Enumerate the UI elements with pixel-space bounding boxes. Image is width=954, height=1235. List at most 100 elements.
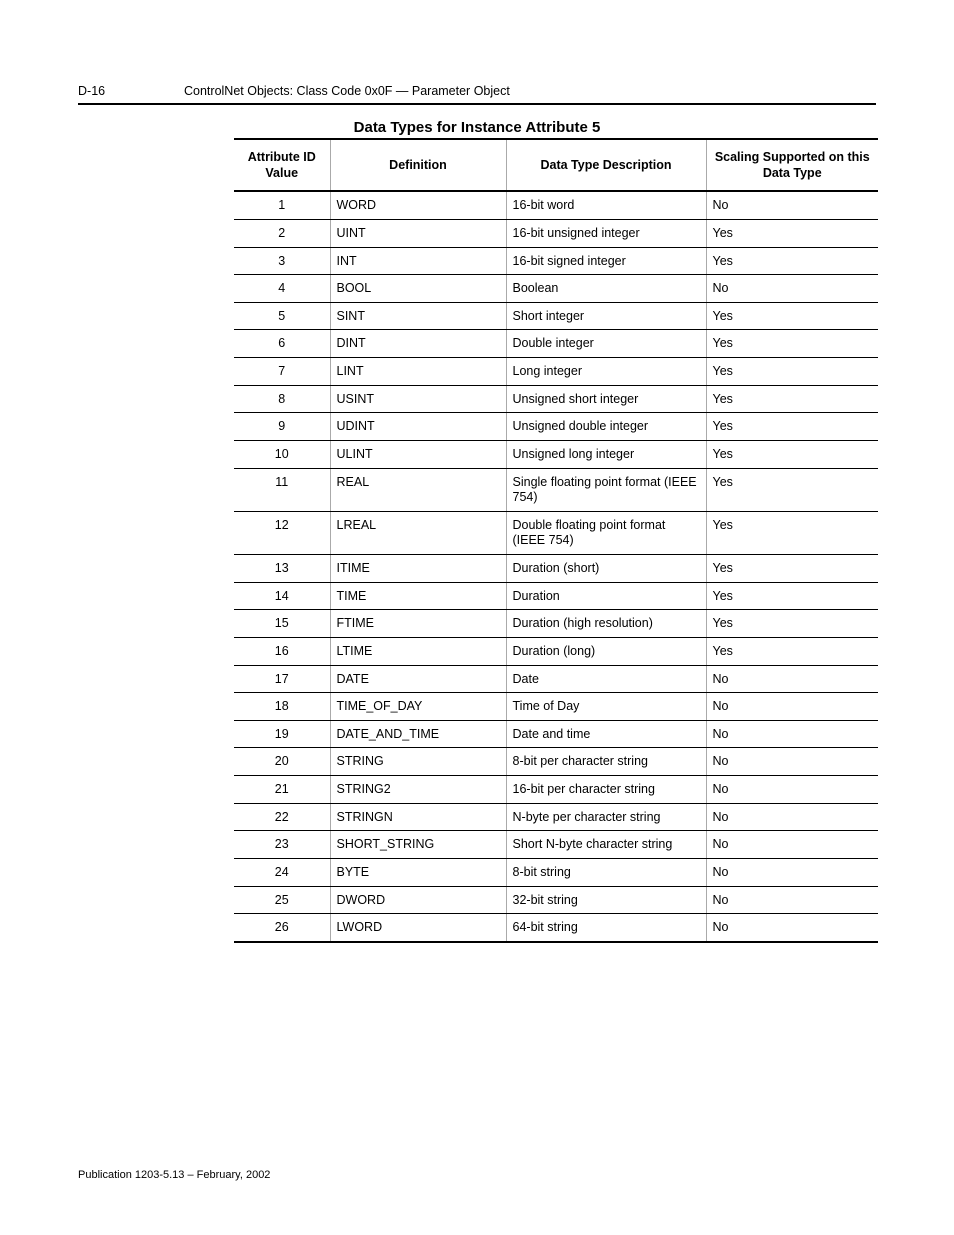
cell-attribute-id: 13: [234, 555, 330, 583]
cell-scaling: No: [706, 858, 878, 886]
col-header-description: Data Type Description: [506, 139, 706, 191]
cell-definition: LTIME: [330, 637, 506, 665]
cell-definition: SINT: [330, 302, 506, 330]
cell-scaling: No: [706, 776, 878, 804]
cell-description: 16-bit per character string: [506, 776, 706, 804]
table-row: 4BOOLBooleanNo: [234, 275, 878, 303]
cell-description: Long integer: [506, 358, 706, 386]
cell-attribute-id: 12: [234, 511, 330, 554]
table-row: 6DINTDouble integerYes: [234, 330, 878, 358]
cell-description: Double floating point format (IEEE 754): [506, 511, 706, 554]
cell-description: Duration (long): [506, 637, 706, 665]
cell-scaling: Yes: [706, 330, 878, 358]
cell-description: N-byte per character string: [506, 803, 706, 831]
cell-description: Boolean: [506, 275, 706, 303]
table-row: 12LREALDouble floating point format (IEE…: [234, 511, 878, 554]
cell-scaling: No: [706, 665, 878, 693]
cell-attribute-id: 9: [234, 413, 330, 441]
cell-description: Duration: [506, 582, 706, 610]
cell-scaling: Yes: [706, 637, 878, 665]
cell-description: Single floating point format (IEEE 754): [506, 468, 706, 511]
cell-attribute-id: 17: [234, 665, 330, 693]
table-row: 13ITIMEDuration (short)Yes: [234, 555, 878, 583]
cell-definition: LINT: [330, 358, 506, 386]
cell-scaling: Yes: [706, 440, 878, 468]
cell-description: Short N-byte character string: [506, 831, 706, 859]
cell-definition: BOOL: [330, 275, 506, 303]
cell-definition: STRINGN: [330, 803, 506, 831]
cell-scaling: Yes: [706, 511, 878, 554]
cell-attribute-id: 2: [234, 219, 330, 247]
cell-scaling: No: [706, 191, 878, 219]
table-title: Data Types for Instance Attribute 5: [78, 119, 876, 136]
cell-definition: SHORT_STRING: [330, 831, 506, 859]
cell-attribute-id: 16: [234, 637, 330, 665]
cell-definition: LWORD: [330, 914, 506, 942]
cell-attribute-id: 6: [234, 330, 330, 358]
cell-definition: STRING2: [330, 776, 506, 804]
cell-description: 8-bit string: [506, 858, 706, 886]
cell-definition: ITIME: [330, 555, 506, 583]
table-row: 5SINTShort integerYes: [234, 302, 878, 330]
cell-description: Unsigned long integer: [506, 440, 706, 468]
cell-definition: TIME_OF_DAY: [330, 693, 506, 721]
table-row: 18TIME_OF_DAYTime of DayNo: [234, 693, 878, 721]
cell-description: 8-bit per character string: [506, 748, 706, 776]
cell-scaling: No: [706, 914, 878, 942]
table-row: 21STRING216-bit per character stringNo: [234, 776, 878, 804]
publication-footer: Publication 1203-5.13 – February, 2002: [78, 1169, 270, 1181]
table-row: 2UINT16-bit unsigned integerYes: [234, 219, 878, 247]
cell-attribute-id: 21: [234, 776, 330, 804]
cell-attribute-id: 19: [234, 720, 330, 748]
table-row: 24BYTE8-bit stringNo: [234, 858, 878, 886]
cell-scaling: Yes: [706, 582, 878, 610]
table-row: 7LINTLong integerYes: [234, 358, 878, 386]
cell-definition: UDINT: [330, 413, 506, 441]
cell-scaling: Yes: [706, 555, 878, 583]
table-row: 19DATE_AND_TIMEDate and timeNo: [234, 720, 878, 748]
cell-scaling: Yes: [706, 247, 878, 275]
cell-description: 16-bit word: [506, 191, 706, 219]
cell-attribute-id: 18: [234, 693, 330, 721]
table-row: 23SHORT_STRINGShort N-byte character str…: [234, 831, 878, 859]
cell-attribute-id: 5: [234, 302, 330, 330]
cell-description: Duration (short): [506, 555, 706, 583]
cell-scaling: Yes: [706, 219, 878, 247]
cell-attribute-id: 14: [234, 582, 330, 610]
cell-description: Double integer: [506, 330, 706, 358]
cell-definition: REAL: [330, 468, 506, 511]
cell-definition: TIME: [330, 582, 506, 610]
cell-attribute-id: 8: [234, 385, 330, 413]
cell-definition: DINT: [330, 330, 506, 358]
table-row: 22STRINGNN-byte per character stringNo: [234, 803, 878, 831]
page-header: D-16 ControlNet Objects: Class Code 0x0F…: [78, 84, 876, 105]
table-row: 14TIMEDurationYes: [234, 582, 878, 610]
cell-description: Duration (high resolution): [506, 610, 706, 638]
cell-scaling: No: [706, 275, 878, 303]
cell-scaling: No: [706, 748, 878, 776]
cell-definition: DWORD: [330, 886, 506, 914]
table-header-row: Attribute ID Value Definition Data Type …: [234, 139, 878, 191]
cell-scaling: Yes: [706, 610, 878, 638]
cell-definition: ULINT: [330, 440, 506, 468]
col-header-attribute-id: Attribute ID Value: [234, 139, 330, 191]
col-header-scaling: Scaling Supported on this Data Type: [706, 139, 878, 191]
cell-description: Time of Day: [506, 693, 706, 721]
table-row: 17DATEDateNo: [234, 665, 878, 693]
cell-definition: DATE_AND_TIME: [330, 720, 506, 748]
cell-scaling: Yes: [706, 302, 878, 330]
page-number-label: D-16: [78, 84, 184, 98]
cell-attribute-id: 3: [234, 247, 330, 275]
cell-definition: WORD: [330, 191, 506, 219]
table-row: 8USINTUnsigned short integerYes: [234, 385, 878, 413]
cell-attribute-id: 23: [234, 831, 330, 859]
cell-description: Date and time: [506, 720, 706, 748]
cell-scaling: No: [706, 693, 878, 721]
cell-attribute-id: 11: [234, 468, 330, 511]
cell-scaling: Yes: [706, 413, 878, 441]
cell-scaling: Yes: [706, 358, 878, 386]
cell-attribute-id: 7: [234, 358, 330, 386]
cell-attribute-id: 24: [234, 858, 330, 886]
table-row: 10ULINTUnsigned long integerYes: [234, 440, 878, 468]
cell-definition: FTIME: [330, 610, 506, 638]
